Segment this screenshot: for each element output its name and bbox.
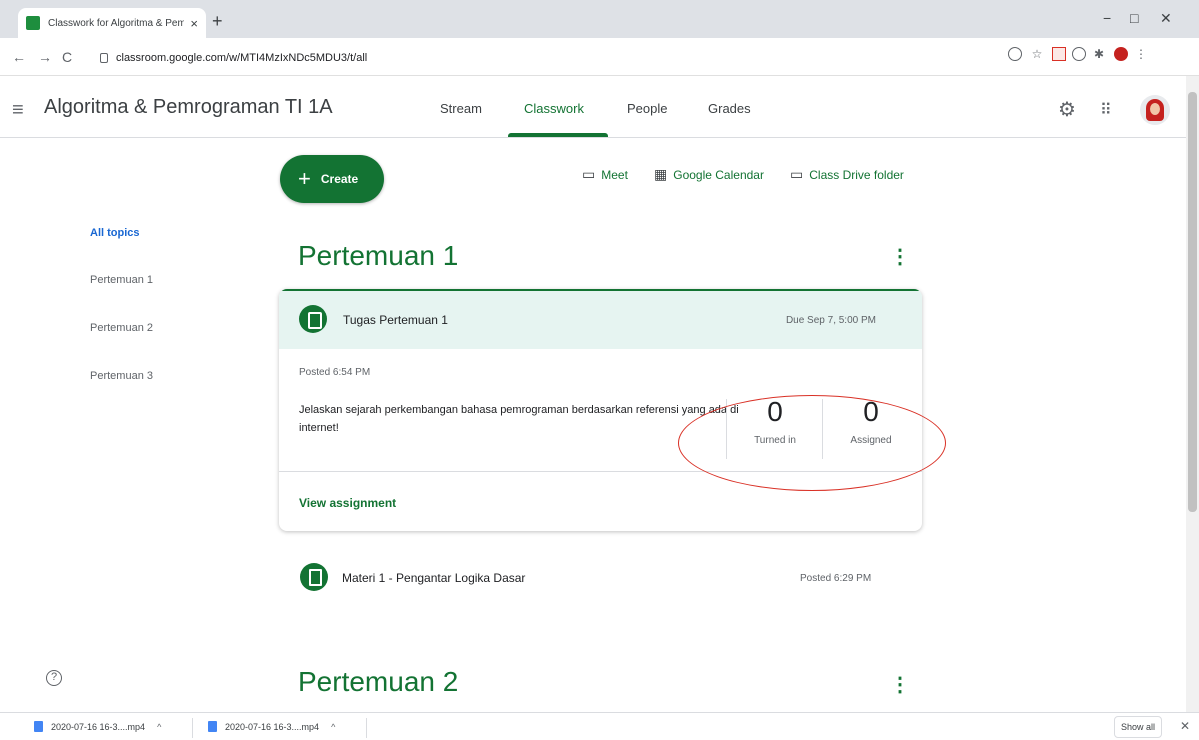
main-menu-icon[interactable]: ≡ bbox=[12, 99, 24, 122]
video-file-icon bbox=[34, 721, 43, 732]
classroom-favicon-icon bbox=[26, 16, 40, 30]
create-button[interactable]: + Create bbox=[280, 155, 384, 203]
meet-label: Meet bbox=[601, 167, 628, 182]
material-title[interactable]: Materi 1 - Pengantar Logika Dasar bbox=[342, 571, 525, 585]
section-more-options-icon[interactable]: ⋮ bbox=[890, 244, 910, 269]
extension-circle-icon[interactable] bbox=[1072, 47, 1086, 61]
material-icon bbox=[300, 563, 328, 591]
download-filename: 2020-07-16 16-3....mp4 bbox=[51, 721, 146, 732]
settings-gear-icon[interactable]: ⚙ bbox=[1058, 97, 1076, 122]
section-title-pertemuan-1: Pertemuan 1 bbox=[298, 240, 459, 271]
back-icon[interactable]: ← bbox=[12, 49, 26, 65]
tab-stream[interactable]: Stream bbox=[440, 101, 482, 116]
maximize-icon[interactable]: □ bbox=[1130, 10, 1138, 26]
video-file-icon bbox=[208, 721, 217, 732]
download-filename: 2020-07-16 16-3....mp4 bbox=[225, 721, 320, 732]
tab-close-icon[interactable]: × bbox=[190, 16, 198, 31]
section-title-pertemuan-2: Pertemuan 2 bbox=[298, 666, 459, 697]
assignment-description: Jelaskan sejarah perkembangan bahasa pem… bbox=[299, 404, 739, 434]
show-all-downloads-button[interactable]: Show all bbox=[1114, 716, 1162, 738]
assignment-title[interactable]: Tugas Pertemuan 1 bbox=[343, 313, 448, 327]
google-calendar-link[interactable]: ▦ Google Calendar bbox=[654, 166, 764, 183]
lock-icon bbox=[100, 53, 108, 63]
topic-pertemuan-2[interactable]: Pertemuan 2 bbox=[90, 322, 153, 334]
window-close-icon[interactable]: ✕ bbox=[1160, 10, 1172, 27]
create-label: Create bbox=[320, 172, 359, 186]
url-text: classroom.google.com/w/MTI4MzIxNDc5MDU3/… bbox=[116, 52, 368, 64]
video-camera-icon: ▭ bbox=[582, 166, 596, 182]
chevron-up-icon[interactable]: ^ bbox=[157, 722, 161, 732]
chevron-up-icon[interactable]: ^ bbox=[331, 722, 335, 732]
download-separator bbox=[192, 718, 193, 738]
tab-grades[interactable]: Grades bbox=[708, 101, 751, 116]
class-title[interactable]: Algoritma & Pemrograman TI 1A bbox=[44, 96, 333, 119]
reload-icon[interactable]: C bbox=[62, 49, 72, 65]
topic-pertemuan-1[interactable]: Pertemuan 1 bbox=[90, 274, 153, 286]
view-assignment-link[interactable]: View assignment bbox=[299, 496, 396, 510]
help-icon[interactable]: ? bbox=[46, 670, 62, 686]
user-avatar[interactable] bbox=[1140, 95, 1170, 125]
calendar-icon: ▦ bbox=[654, 166, 668, 182]
topic-all[interactable]: All topics bbox=[90, 227, 140, 239]
download-shelf bbox=[0, 712, 1199, 740]
browser-menu-icon[interactable]: ⋮ bbox=[1134, 47, 1148, 61]
material-posted-time: Posted 6:29 PM bbox=[800, 573, 872, 584]
scrollbar-thumb[interactable] bbox=[1188, 92, 1197, 512]
address-bar[interactable]: classroom.google.com/w/MTI4MzIxNDc5MDU3/… bbox=[100, 48, 367, 68]
material-item[interactable]: Materi 1 - Pengantar Logika Dasar Posted… bbox=[300, 563, 900, 593]
calendar-label: Google Calendar bbox=[673, 167, 764, 182]
extension-icon[interactable] bbox=[1052, 47, 1066, 61]
class-drive-folder-link[interactable]: ▭ Class Drive folder bbox=[790, 166, 904, 183]
drive-label: Class Drive folder bbox=[809, 167, 904, 182]
new-tab-button[interactable]: + bbox=[212, 12, 223, 30]
tab-title: Classwork for Algoritma & Pemr bbox=[48, 17, 185, 29]
topic-pertemuan-3[interactable]: Pertemuan 3 bbox=[90, 370, 153, 382]
tab-classwork[interactable]: Classwork bbox=[524, 101, 584, 116]
minimize-icon[interactable]: − bbox=[1103, 10, 1111, 26]
close-shelf-icon[interactable]: ✕ bbox=[1180, 719, 1190, 733]
apps-grid-icon[interactable]: ⠿ bbox=[1100, 100, 1112, 120]
section-more-options-icon[interactable]: ⋮ bbox=[890, 672, 910, 697]
tab-people[interactable]: People bbox=[627, 101, 667, 116]
puzzle-icon[interactable]: ✱ bbox=[1092, 47, 1106, 61]
download-separator bbox=[366, 718, 367, 738]
download-item[interactable]: 2020-07-16 16-3....mp4 ^ bbox=[208, 721, 335, 732]
profile-icon[interactable] bbox=[1114, 47, 1128, 61]
assignment-icon bbox=[299, 305, 327, 333]
assignment-card-header[interactable]: Tugas Pertemuan 1 Due Sep 7, 5:00 PM bbox=[279, 289, 922, 349]
zoom-icon[interactable] bbox=[1008, 47, 1022, 61]
plus-icon: + bbox=[298, 166, 311, 191]
assignment-posted-time: Posted 6:54 PM bbox=[299, 367, 371, 378]
assignment-due-date: Due Sep 7, 5:00 PM bbox=[785, 315, 876, 326]
folder-icon: ▭ bbox=[790, 166, 804, 182]
active-tab-indicator bbox=[508, 133, 608, 137]
red-annotation-ellipse bbox=[678, 395, 946, 491]
download-item[interactable]: 2020-07-16 16-3....mp4 ^ bbox=[34, 721, 161, 732]
forward-icon[interactable]: → bbox=[38, 49, 52, 65]
meet-link[interactable]: ▭ Meet bbox=[582, 166, 628, 183]
browser-tab[interactable]: Classwork for Algoritma & Pemr × bbox=[18, 8, 206, 38]
star-icon[interactable]: ☆ bbox=[1030, 47, 1044, 61]
